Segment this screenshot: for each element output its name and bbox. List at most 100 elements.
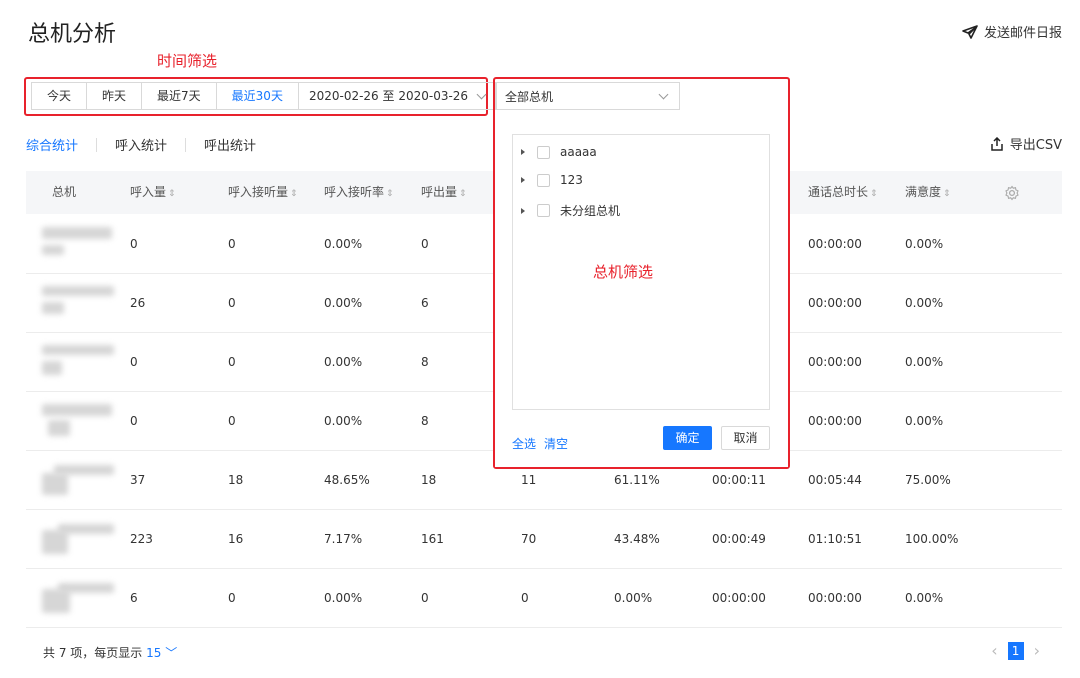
cancel-button[interactable]: 取消 bbox=[721, 426, 770, 450]
cell-total-duration: 01:10:51 bbox=[808, 532, 862, 546]
cell-inbound: 223 bbox=[130, 532, 153, 546]
cell-inbound: 6 bbox=[130, 591, 138, 605]
tab-divider bbox=[96, 137, 98, 152]
cell-satisfaction: 0.00% bbox=[905, 237, 944, 251]
send-mail-report-button[interactable]: 发送邮件日报 bbox=[962, 22, 1062, 41]
cell-total-duration: 00:00:00 bbox=[808, 296, 862, 310]
cell-outbound-answer-rate: 0.00% bbox=[614, 591, 653, 605]
cell-satisfaction: 75.00% bbox=[905, 473, 951, 487]
time-btn-yesterday[interactable]: 昨天 bbox=[87, 83, 143, 109]
col-header-inbound-answered[interactable]: 呼入接听量 ⇕ bbox=[228, 171, 298, 216]
export-csv-label: 导出CSV bbox=[1009, 138, 1062, 153]
cell-inbound: 26 bbox=[130, 296, 146, 310]
cell-outbound-answered: 0 bbox=[521, 591, 529, 605]
blurred-host-name bbox=[42, 227, 114, 261]
expand-caret-icon[interactable] bbox=[521, 207, 525, 214]
cell-outbound: 0 bbox=[421, 237, 429, 251]
cell-outbound: 8 bbox=[421, 355, 429, 369]
time-btn-today[interactable]: 今天 bbox=[32, 83, 88, 109]
time-btn-last-30-days[interactable]: 最近30天 bbox=[217, 83, 299, 109]
prev-page-icon[interactable]: ‹ bbox=[991, 641, 997, 660]
cell-satisfaction: 0.00% bbox=[905, 414, 944, 428]
cell-satisfaction: 0.00% bbox=[905, 296, 944, 310]
tree-node-label: aaaaa bbox=[560, 145, 597, 159]
col-header-total-duration[interactable]: 通话总时长 ⇕ bbox=[808, 171, 878, 216]
cell-inbound: 37 bbox=[130, 473, 146, 487]
cell-inbound: 0 bbox=[130, 237, 138, 251]
tab-inbound-stats[interactable]: 呼入统计 bbox=[115, 135, 167, 154]
cell-satisfaction: 0.00% bbox=[905, 355, 944, 369]
cell-outbound-answered: 70 bbox=[521, 532, 537, 546]
cell-inbound-answered: 0 bbox=[228, 591, 236, 605]
select-all-link[interactable]: 全选 bbox=[512, 435, 536, 452]
sort-icon[interactable]: ⇕ bbox=[290, 189, 298, 199]
paper-plane-icon bbox=[962, 24, 978, 39]
chevron-down-icon bbox=[476, 89, 487, 100]
cell-inbound-answered: 0 bbox=[228, 237, 236, 251]
tree-node: 123 bbox=[521, 173, 583, 187]
date-range-value: 2020-02-26 至 2020-03-26 bbox=[308, 89, 469, 103]
cell-inbound-answered: 16 bbox=[228, 532, 244, 546]
stats-tabs: 综合统计 呼入统计 呼出统计 bbox=[26, 135, 256, 154]
cell-inbound-answer-rate: 0.00% bbox=[324, 296, 363, 310]
sort-icon[interactable]: ⇕ bbox=[943, 189, 951, 199]
time-filter-group: 今天 昨天 最近7天 最近30天 2020-02-26 至 2020-03-26 bbox=[31, 82, 497, 110]
tree-node-checkbox[interactable] bbox=[537, 145, 550, 159]
tab-divider bbox=[185, 137, 187, 152]
sort-icon[interactable]: ⇕ bbox=[386, 189, 394, 199]
cell-inbound: 0 bbox=[130, 414, 138, 428]
col-header-outbound[interactable]: 呼出量 ⇕ bbox=[421, 171, 467, 216]
cell-outbound: 6 bbox=[421, 296, 429, 310]
export-csv-button[interactable]: 导出CSV bbox=[990, 134, 1062, 153]
expand-caret-icon[interactable] bbox=[521, 177, 525, 183]
tree-node: aaaaa bbox=[521, 145, 597, 159]
sort-icon[interactable]: ⇕ bbox=[168, 189, 176, 199]
cell-inbound-answer-rate: 48.65% bbox=[324, 473, 370, 487]
send-mail-label: 发送邮件日报 bbox=[983, 26, 1062, 41]
page-size-select[interactable]: 15 ﹀ bbox=[146, 646, 177, 660]
cell-inbound-answer-rate: 0.00% bbox=[324, 414, 363, 428]
confirm-button[interactable]: 确定 bbox=[663, 426, 712, 450]
tree-node-checkbox[interactable] bbox=[537, 173, 550, 187]
cell-inbound-answered: 0 bbox=[228, 414, 236, 428]
tab-overall-stats[interactable]: 综合统计 bbox=[26, 135, 78, 154]
tree-node-label: 未分组总机 bbox=[560, 204, 621, 218]
host-filter-dropdown: aaaaa 123 未分组总机 全选 清空 确定 取消 bbox=[495, 117, 788, 467]
total-items-text: 共 7 项，每页显示 bbox=[43, 646, 143, 660]
next-page-icon[interactable]: › bbox=[1034, 641, 1040, 660]
cell-inbound-answer-rate: 7.17% bbox=[324, 532, 363, 546]
blurred-host-name bbox=[42, 286, 114, 320]
export-icon bbox=[991, 136, 1003, 151]
cell-avg-duration: 00:00:00 bbox=[712, 591, 766, 605]
col-header-inbound[interactable]: 呼入量 ⇕ bbox=[130, 171, 176, 216]
col-header-satisfaction[interactable]: 满意度 ⇕ bbox=[905, 171, 951, 216]
cell-total-duration: 00:00:00 bbox=[808, 355, 862, 369]
blurred-host-name bbox=[42, 581, 114, 615]
col-header-inbound-answer-rate[interactable]: 呼入接听率 ⇕ bbox=[324, 171, 394, 216]
expand-caret-icon[interactable] bbox=[521, 149, 525, 155]
blurred-host-name bbox=[42, 522, 114, 556]
sort-icon[interactable]: ⇕ bbox=[459, 189, 467, 199]
table-row: 6 0 0.00% 0 0 0.00% 00:00:00 00:00:00 0.… bbox=[26, 569, 1062, 628]
time-btn-last-7-days[interactable]: 最近7天 bbox=[142, 83, 217, 109]
cell-satisfaction: 100.00% bbox=[905, 532, 959, 546]
cell-avg-duration: 00:00:49 bbox=[712, 532, 766, 546]
cell-inbound-answered: 0 bbox=[228, 355, 236, 369]
cell-inbound-answer-rate: 0.00% bbox=[324, 237, 363, 251]
date-range-picker[interactable]: 2020-02-26 至 2020-03-26 bbox=[299, 83, 495, 109]
tree-node-checkbox[interactable] bbox=[537, 204, 550, 217]
tree-node: 未分组总机 bbox=[521, 202, 620, 219]
cell-total-duration: 00:00:00 bbox=[808, 414, 862, 428]
cell-outbound-answer-rate: 43.48% bbox=[614, 532, 660, 546]
tree-node-label: 123 bbox=[560, 173, 583, 187]
cell-total-duration: 00:00:00 bbox=[808, 237, 862, 251]
page-number-current[interactable]: 1 bbox=[1007, 641, 1024, 660]
settings-gear-icon[interactable] bbox=[1004, 185, 1020, 201]
cell-outbound: 0 bbox=[421, 591, 429, 605]
tab-outbound-stats[interactable]: 呼出统计 bbox=[204, 135, 256, 154]
sort-icon[interactable]: ⇕ bbox=[870, 189, 878, 199]
cell-inbound-answered: 0 bbox=[228, 296, 236, 310]
cell-inbound-answered: 18 bbox=[228, 473, 244, 487]
host-filter-annotation: 总机筛选 bbox=[593, 263, 654, 281]
clear-link[interactable]: 清空 bbox=[544, 435, 568, 452]
